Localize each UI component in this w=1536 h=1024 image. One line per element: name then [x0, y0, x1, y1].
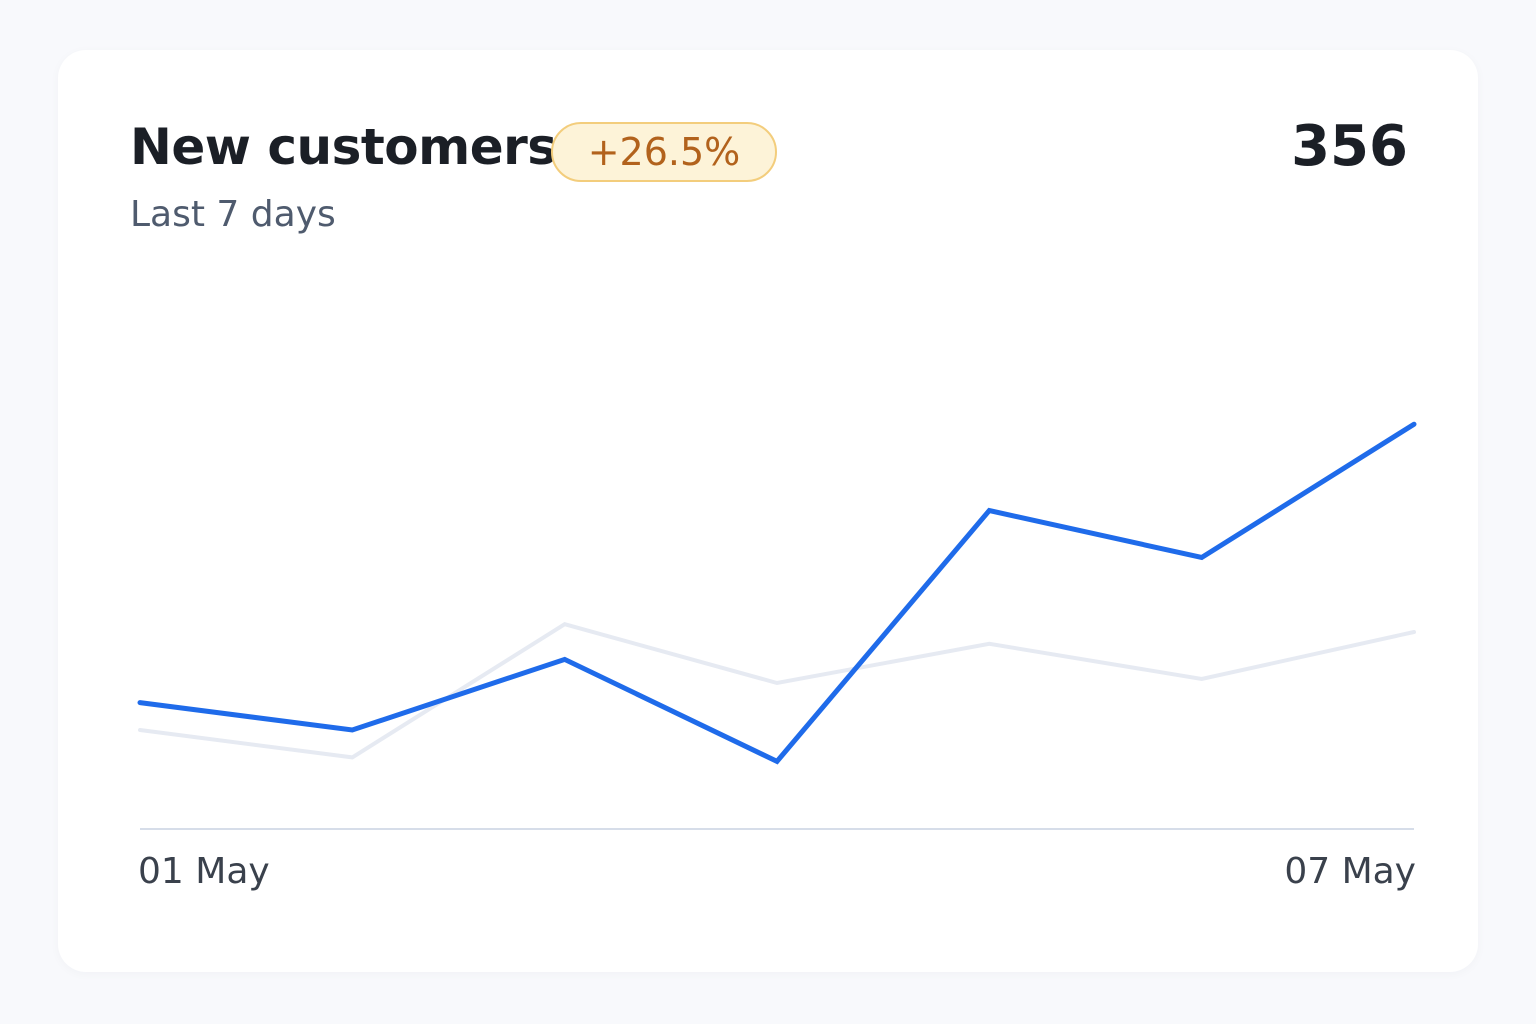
- card-title: New customers: [130, 118, 557, 176]
- total-value: 356: [1291, 114, 1408, 179]
- change-badge: +26.5%: [551, 122, 777, 182]
- new-customers-card: New customers +26.5% Last 7 days 356: [58, 50, 1478, 972]
- period-subtitle: Last 7 days: [130, 194, 336, 235]
